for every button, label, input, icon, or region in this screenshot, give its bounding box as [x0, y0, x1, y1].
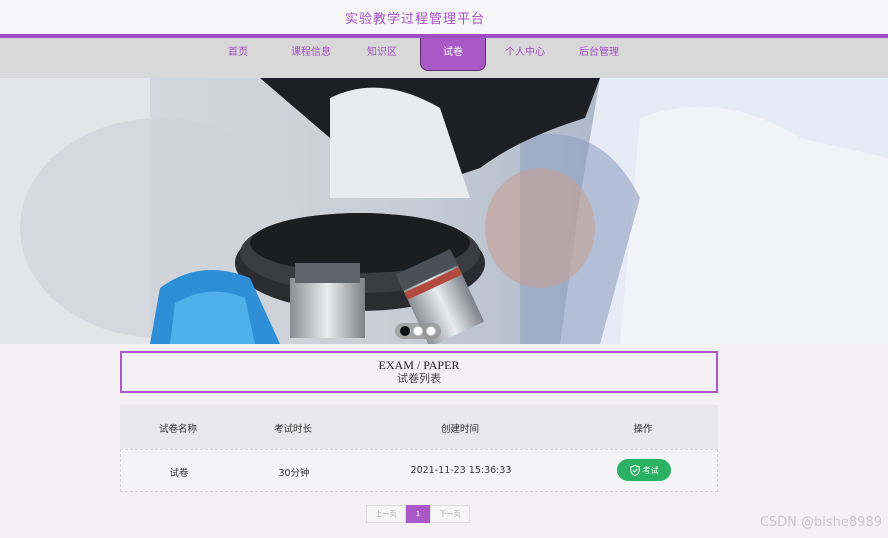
nav-exam-papers[interactable]: 试卷 [420, 38, 486, 71]
table-header: 试卷名称 考试时长 创建时间 操作 [120, 405, 718, 449]
carousel-indicators [395, 323, 441, 339]
carousel-dot-2[interactable] [413, 326, 423, 336]
nav-knowledge[interactable]: 知识区 [362, 38, 402, 78]
cell-created-time: 2021-11-23 15:36:33 [410, 465, 512, 476]
shield-check-icon [629, 464, 640, 476]
take-exam-button[interactable]: 考试 [617, 459, 671, 481]
nav-course-info[interactable]: 课程信息 [286, 38, 336, 78]
table-row: 试卷 30分钟 2021-11-23 15:36:33 考试 [120, 449, 718, 492]
nav-admin[interactable]: 后台管理 [574, 38, 624, 78]
section-title-cn: 试卷列表 [397, 372, 441, 385]
banner-carousel[interactable] [0, 78, 888, 344]
section-heading: EXAM / PAPER 试卷列表 [120, 351, 718, 393]
prev-page-button[interactable]: 上一页 [366, 505, 406, 523]
header: 实验教学过程管理平台 [0, 0, 888, 34]
take-exam-label: 考试 [642, 465, 659, 475]
pagination: 上一页 1 下一页 [366, 505, 470, 523]
col-header-created: 创建时间 [440, 424, 479, 435]
cell-duration: 30分钟 [278, 468, 310, 479]
nav-personal-center[interactable]: 个人中心 [500, 38, 550, 78]
nav-home[interactable]: 首页 [218, 38, 258, 78]
watermark: CSDN @bishe8989 [759, 515, 882, 530]
col-header-duration: 考试时长 [273, 424, 312, 435]
site-title: 实验教学过程管理平台 [345, 12, 486, 27]
col-header-action: 操作 [633, 424, 653, 435]
next-page-button[interactable]: 下一页 [430, 505, 470, 523]
cell-paper-name: 试卷 [169, 468, 189, 479]
col-header-name: 试卷名称 [158, 424, 197, 435]
carousel-dot-1[interactable] [400, 326, 410, 336]
page-1-button[interactable]: 1 [406, 505, 430, 523]
carousel-dot-3[interactable] [426, 326, 436, 336]
banner-microscope-image [0, 78, 888, 344]
main-nav: 首页 课程信息 知识区 试卷 个人中心 后台管理 [0, 38, 888, 78]
exam-paper-table: 试卷名称 考试时长 创建时间 操作 试卷 30分钟 2021-11-23 15:… [120, 405, 718, 492]
section-title-en: EXAM / PAPER [378, 358, 460, 372]
